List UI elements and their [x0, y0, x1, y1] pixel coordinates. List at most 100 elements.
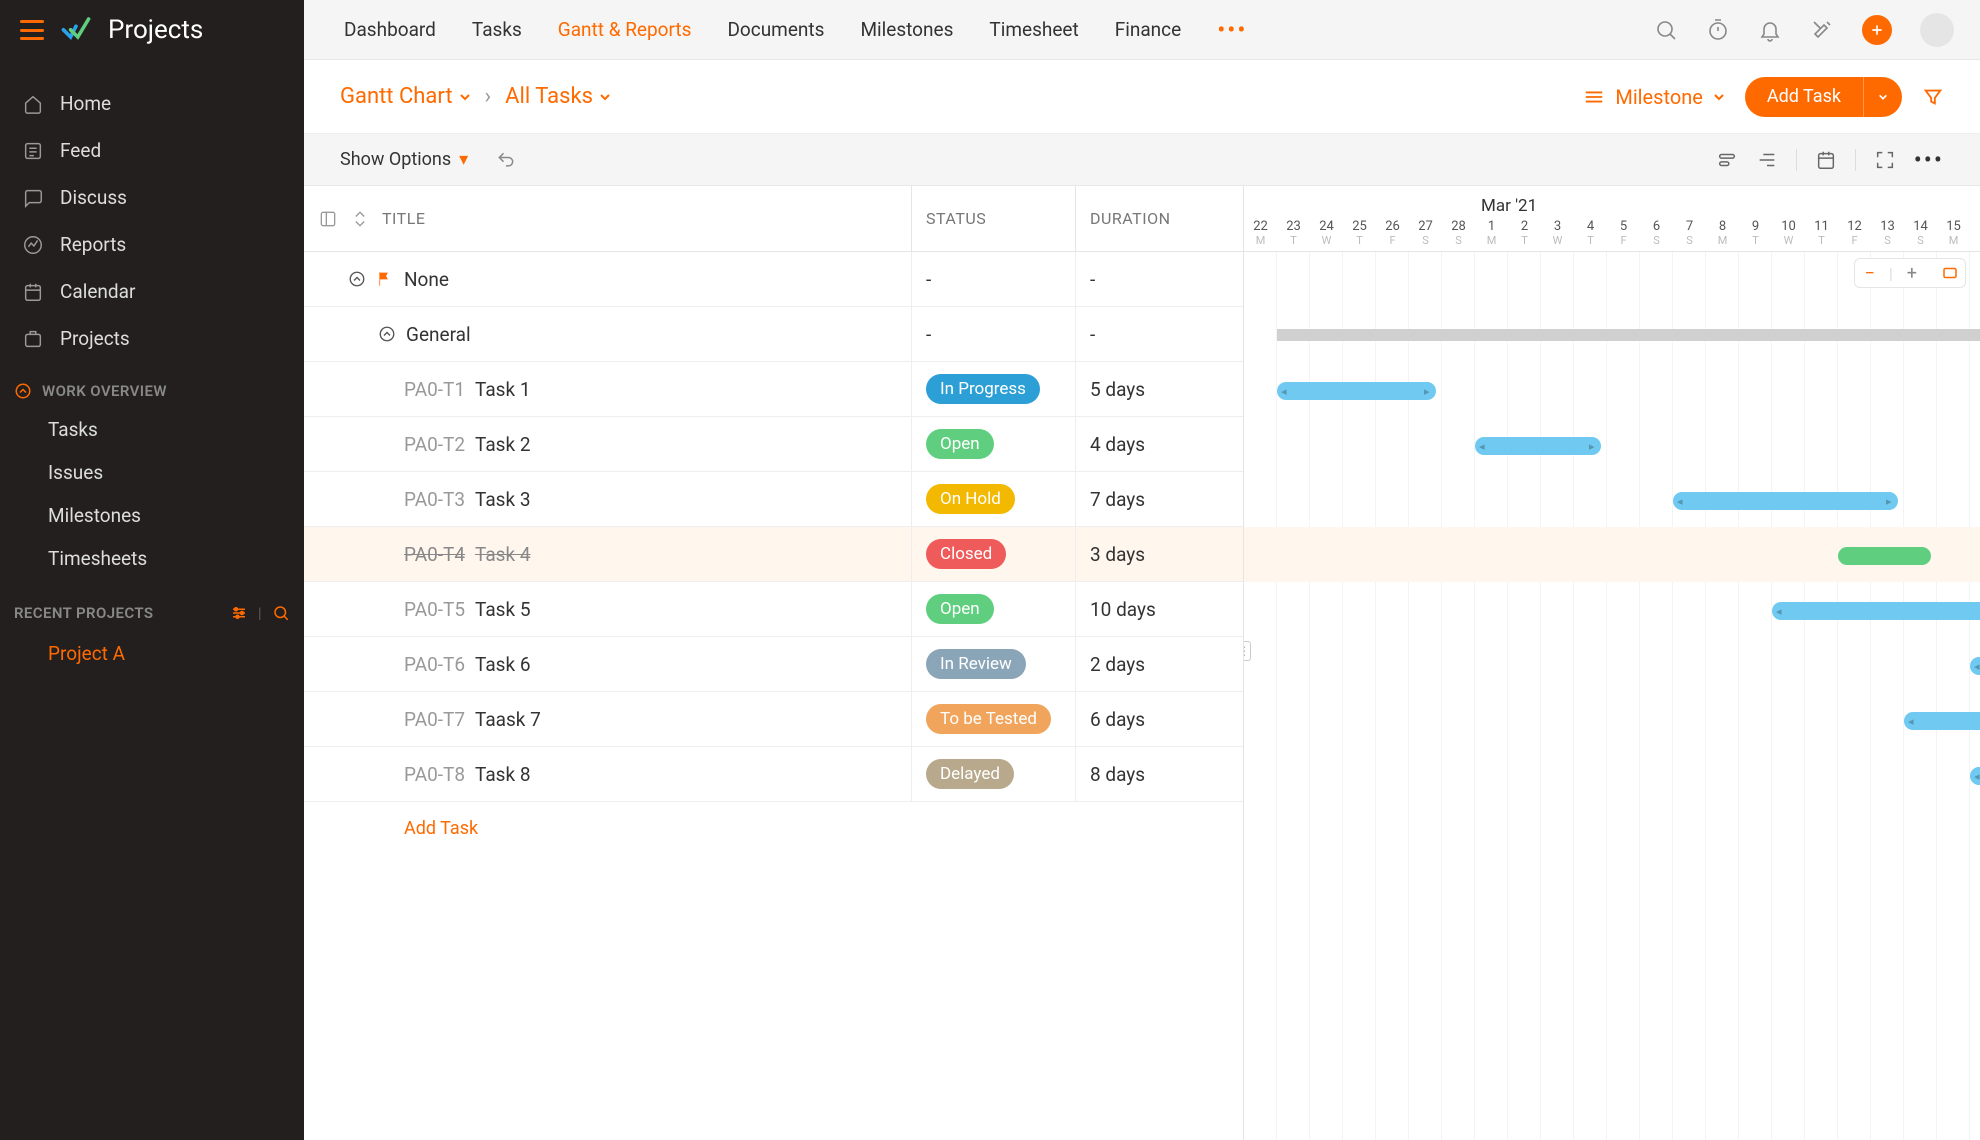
gantt-bar[interactable]: ◂▸: [1970, 767, 1980, 785]
task-row[interactable]: PA0-T1 Task 1 In Progress 5 days: [304, 362, 1243, 417]
sidebar: Projects HomeFeedDiscussReportsCalendar P…: [0, 0, 304, 1140]
tab-tasks[interactable]: Tasks: [472, 18, 522, 41]
gantt-bar[interactable]: ◂▸: [1673, 492, 1898, 510]
status-badge[interactable]: On Hold: [926, 484, 1015, 514]
search-icon[interactable]: [1654, 18, 1678, 42]
sidebar-item-feed[interactable]: Feed: [0, 127, 304, 174]
filter-sliders-icon[interactable]: [230, 604, 248, 622]
sidebar-item-issues[interactable]: Issues: [0, 451, 304, 494]
zoom-out-button[interactable]: −: [1861, 263, 1879, 284]
task-row[interactable]: PA0-T8 Task 8 Delayed 8 days: [304, 747, 1243, 802]
tab-finance[interactable]: Finance: [1115, 18, 1181, 41]
sidebar-item-calendar[interactable]: Calendar: [0, 268, 304, 315]
task-row[interactable]: PA0-T4 Task 4 Closed 3 days: [304, 527, 1243, 582]
sidebar-item-timesheets[interactable]: Timesheets: [0, 537, 304, 580]
day-column: 7S: [1673, 219, 1706, 247]
group-row-general[interactable]: General - -: [304, 307, 1243, 362]
tools-icon[interactable]: [1810, 18, 1834, 42]
search-icon[interactable]: [272, 604, 290, 622]
day-column: 27S: [1409, 219, 1442, 247]
tab-documents[interactable]: Documents: [727, 18, 824, 41]
work-overview-header[interactable]: WORK OVERVIEW: [0, 362, 304, 408]
sidebar-item-milestones[interactable]: Milestones: [0, 494, 304, 537]
collapse-icon[interactable]: [378, 325, 396, 343]
task-row[interactable]: PA0-T7 Taask 7 To be Tested 6 days: [304, 692, 1243, 747]
day-column: 22M: [1244, 219, 1277, 247]
gantt-table: TITLE STATUS DURATION None - -: [304, 186, 1244, 1140]
add-task-inline[interactable]: Add Task: [304, 802, 1243, 839]
col-status[interactable]: STATUS: [912, 186, 1076, 251]
task-row[interactable]: PA0-T6 Task 6 In Review 2 days: [304, 637, 1243, 692]
view-selector-tasks[interactable]: All Tasks: [505, 84, 611, 109]
baseline-icon[interactable]: [1716, 149, 1738, 171]
global-add-button[interactable]: [1862, 15, 1892, 45]
status-badge[interactable]: Delayed: [926, 759, 1014, 789]
zoom-in-button[interactable]: +: [1903, 263, 1921, 284]
status-badge[interactable]: Open: [926, 429, 994, 459]
avatar[interactable]: [1920, 13, 1954, 47]
view-selector-gantt[interactable]: Gantt Chart: [340, 84, 471, 109]
caret-down-icon: [459, 91, 471, 103]
more-icon[interactable]: •••: [1914, 148, 1944, 172]
task-row[interactable]: PA0-T2 Task 2 Open 4 days: [304, 417, 1243, 472]
status-badge[interactable]: Open: [926, 594, 994, 624]
task-id: PA0-T4: [404, 543, 465, 566]
subheader: Gantt Chart › All Tasks Milestone Add Ta…: [304, 60, 1980, 134]
task-duration: 7 days: [1076, 472, 1243, 526]
task-row[interactable]: PA0-T5 Task 5 Open 10 days: [304, 582, 1243, 637]
add-task-more[interactable]: [1863, 77, 1902, 117]
task-duration: 10 days: [1076, 582, 1243, 636]
task-id: PA0-T8: [404, 763, 465, 786]
gantt-timeline[interactable]: Mar '21 22M23T24W25T26F27S28S1M2T3W4T5F6…: [1244, 186, 1980, 1140]
fit-icon[interactable]: [1941, 264, 1959, 282]
sidebar-item-projects[interactable]: Projects: [0, 315, 304, 362]
task-duration: 5 days: [1076, 362, 1243, 416]
recent-project-item[interactable]: Project A: [0, 632, 304, 675]
add-task-button[interactable]: Add Task: [1745, 77, 1902, 117]
status-badge[interactable]: In Review: [926, 649, 1026, 679]
gantt-bar[interactable]: ◂▸: [1970, 657, 1980, 675]
milestone-dropdown[interactable]: Milestone: [1583, 85, 1725, 109]
columns-icon[interactable]: [318, 209, 338, 229]
filter-icon[interactable]: [1922, 86, 1944, 108]
gantt-container: TITLE STATUS DURATION None - -: [304, 186, 1980, 1140]
bell-icon[interactable]: [1758, 18, 1782, 42]
status-badge[interactable]: In Progress: [926, 374, 1040, 404]
day-column: 6S: [1640, 219, 1673, 247]
sidebar-item-reports[interactable]: Reports: [0, 221, 304, 268]
status-badge[interactable]: Closed: [926, 539, 1006, 569]
tab-timesheet[interactable]: Timesheet: [989, 18, 1078, 41]
task-row[interactable]: PA0-T3 Task 3 On Hold 7 days: [304, 472, 1243, 527]
fullscreen-icon[interactable]: [1874, 149, 1896, 171]
align-icon[interactable]: [1756, 149, 1778, 171]
task-id: PA0-T2: [404, 433, 465, 456]
more-tabs-icon[interactable]: •••: [1217, 16, 1247, 44]
gantt-bar[interactable]: ◂▸: [1475, 437, 1601, 455]
sidebar-item-home[interactable]: Home: [0, 80, 304, 127]
hamburger-icon[interactable]: [20, 20, 44, 40]
top-nav-tabs: Dashboard Tasks Gantt & Reports Documents Mi…: [344, 16, 1248, 44]
sort-icon[interactable]: [350, 209, 370, 229]
group-row-none[interactable]: None - -: [304, 252, 1243, 307]
undo-icon[interactable]: [496, 150, 516, 170]
sidebar-item-discuss[interactable]: Discuss: [0, 174, 304, 221]
stopwatch-icon[interactable]: [1706, 18, 1730, 42]
summary-bar[interactable]: [1277, 329, 1980, 341]
gantt-bar[interactable]: ◂▸: [1772, 602, 1980, 620]
collapse-icon[interactable]: [348, 270, 366, 288]
tab-gantt-reports[interactable]: Gantt & Reports: [558, 18, 692, 41]
caret-down-icon: ▾: [459, 149, 468, 170]
gantt-bar[interactable]: [1838, 547, 1931, 565]
col-duration[interactable]: DURATION: [1076, 186, 1243, 251]
gantt-bar[interactable]: ◂▸: [1904, 712, 1980, 730]
col-title[interactable]: TITLE: [304, 186, 912, 251]
status-badge[interactable]: To be Tested: [926, 704, 1051, 734]
gantt-bar[interactable]: ◂▸: [1277, 382, 1436, 400]
sidebar-item-tasks[interactable]: Tasks: [0, 408, 304, 451]
show-options-dropdown[interactable]: Show Options ▾: [340, 149, 468, 170]
tab-dashboard[interactable]: Dashboard: [344, 18, 436, 41]
tab-milestones[interactable]: Milestones: [860, 18, 953, 41]
day-column: 16T: [1970, 219, 1980, 247]
day-column: 3W: [1541, 219, 1574, 247]
calendar-icon[interactable]: [1815, 149, 1837, 171]
